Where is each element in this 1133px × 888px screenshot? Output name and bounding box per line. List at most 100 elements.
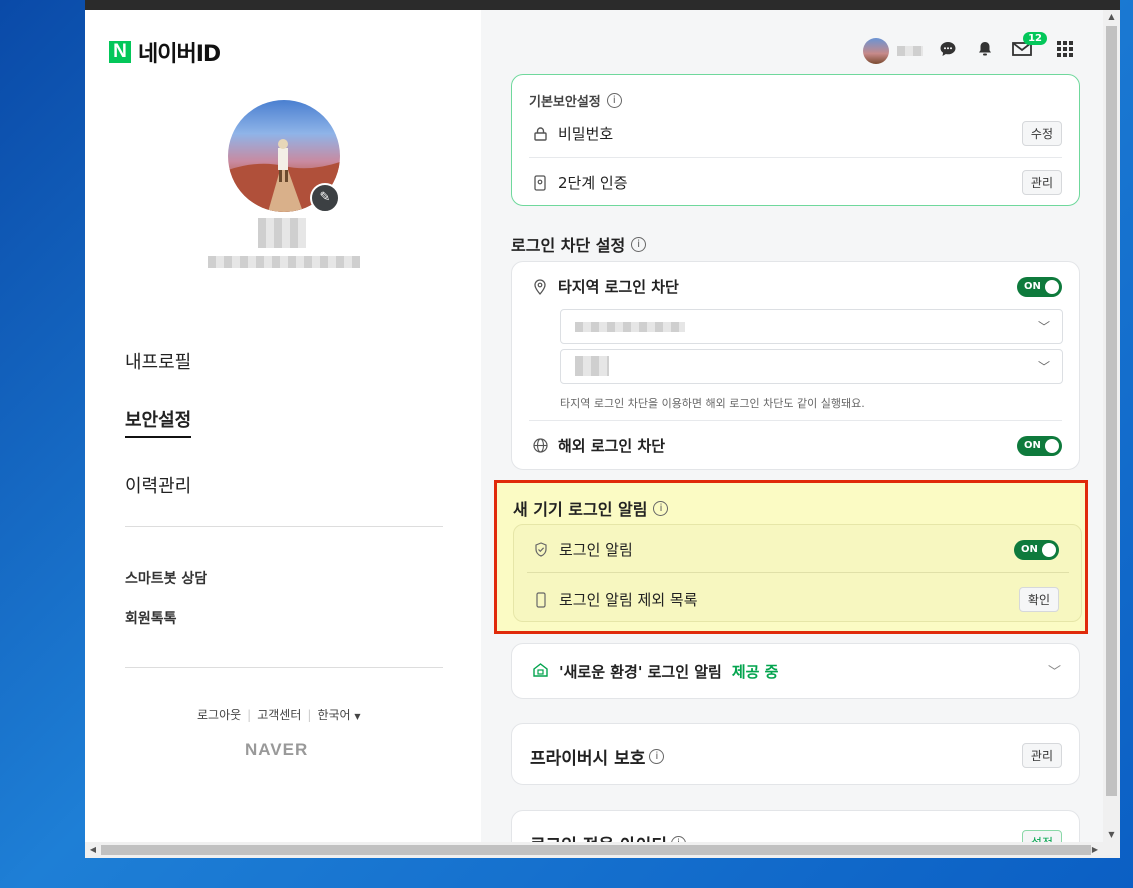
new-env-row: '새로운 환경' 로그인 알림 제공 중 xyxy=(532,661,778,682)
new-device-alert-highlight: 새 기기 로그인 알림 i 로그인 알림 ON 로그인 알림 제외 목록 확인 xyxy=(494,480,1088,634)
window-top-bar xyxy=(85,0,1120,10)
footer-separator: | xyxy=(307,707,312,722)
profile-email-blurred xyxy=(208,256,360,268)
new-device-title-text: 새 기기 로그인 알림 xyxy=(513,500,648,519)
basic-security-card: 기본보안설정 i 비밀번호 수정 2단계 인증 관리 xyxy=(511,74,1080,206)
region-select-1[interactable]: ﹀ xyxy=(560,309,1063,344)
browser-window: N 네이버ID ✎ 내프로필 보안설정 이력관리 스마트봇 상담 회원톡톡 로그… xyxy=(85,0,1120,858)
basic-security-title: 기본보안설정 i xyxy=(529,91,622,110)
logo-title: 네이버ID xyxy=(138,42,221,67)
mail-count-badge: 12 xyxy=(1023,32,1047,45)
footer-divider xyxy=(125,667,443,668)
left-sidebar: N 네이버ID ✎ 내프로필 보안설정 이력관리 스마트봇 상담 회원톡톡 로그… xyxy=(85,10,481,842)
overseas-block-row: 해외 로그인 차단 ON xyxy=(532,435,1062,456)
region-select-2-value-blurred xyxy=(575,356,609,376)
login-block-title: 로그인 차단 설정 i xyxy=(511,232,647,256)
nav-item-my-profile[interactable]: 내프로필 xyxy=(125,348,191,374)
horizontal-scroll-thumb[interactable] xyxy=(101,845,1091,855)
privacy-manage-button[interactable]: 관리 xyxy=(1021,743,1062,768)
login-only-setup-button[interactable]: 설정 xyxy=(1021,830,1062,842)
login-alert-label: 로그인 알림 xyxy=(559,541,633,559)
privacy-card: 프라이버시 보호 i 관리 xyxy=(511,723,1080,785)
horizontal-scrollbar[interactable]: ◀ ▶ xyxy=(85,842,1120,858)
basic-security-title-text: 기본보안설정 xyxy=(529,95,601,110)
overseas-block-toggle[interactable]: ON xyxy=(1017,435,1062,456)
login-block-title-text: 로그인 차단 설정 xyxy=(511,236,626,255)
member-talk-link[interactable]: 회원톡톡 xyxy=(125,608,177,628)
row-divider xyxy=(529,420,1062,421)
header-username-blurred xyxy=(897,46,923,56)
edit-profile-photo-button[interactable]: ✎ xyxy=(310,183,340,213)
bell-icon[interactable] xyxy=(974,38,996,60)
main-nav: 내프로필 보안설정 이력관리 xyxy=(125,348,192,530)
twofactor-manage-button[interactable]: 관리 xyxy=(1021,170,1062,195)
region-block-help: 타지역 로그인 차단을 이용하면 해외 로그인 차단도 같이 실행돼요. xyxy=(560,397,865,410)
password-label: 비밀번호 xyxy=(558,125,614,143)
region-select-2[interactable]: ﹀ xyxy=(560,349,1063,384)
password-edit-button[interactable]: 수정 xyxy=(1021,121,1062,146)
mobile-icon xyxy=(533,591,549,608)
alert-exclude-label: 로그인 알림 제외 목록 xyxy=(559,591,698,609)
support-link[interactable]: 고객센터 xyxy=(257,706,301,723)
header-user[interactable] xyxy=(863,38,923,64)
vertical-scroll-thumb[interactable] xyxy=(1106,26,1117,796)
vertical-scrollbar[interactable]: ▲ ▼ xyxy=(1103,10,1120,842)
region-block-label: 타지역 로그인 차단 xyxy=(558,278,679,296)
login-block-card: 타지역 로그인 차단 ON ﹀ ﹀ 타지역 로그인 차단을 이용하면 해외 로그… xyxy=(511,261,1080,470)
main-content: 12 기본보안설정 i 비밀번호 수정 2단계 인증 관리 로그인 차단 설정 … xyxy=(481,10,1103,842)
apps-grid-icon[interactable] xyxy=(1054,38,1076,60)
mail-icon[interactable]: 12 xyxy=(1011,32,1047,60)
nav-item-security[interactable]: 보안설정 xyxy=(125,406,192,438)
info-icon[interactable]: i xyxy=(631,236,647,252)
overseas-block-label: 해외 로그인 차단 xyxy=(558,437,666,455)
alert-exclude-confirm-button[interactable]: 확인 xyxy=(1018,587,1059,612)
row-divider xyxy=(527,572,1069,573)
language-select[interactable]: 한국어 ▼ xyxy=(317,706,360,723)
nav-divider xyxy=(125,526,443,527)
row-divider xyxy=(529,157,1062,158)
footer-links: 로그아웃 | 고객센터 | 한국어 ▼ xyxy=(197,706,361,723)
naver-logo-letter: N xyxy=(109,41,131,63)
alert-exclude-row: 로그인 알림 제외 목록 확인 xyxy=(533,587,1059,612)
info-icon[interactable]: i xyxy=(653,500,669,516)
login-only-title: 로그인 전용 아이디 i xyxy=(530,831,686,842)
info-icon[interactable]: i xyxy=(649,749,665,764)
header-avatar xyxy=(863,38,889,64)
language-label: 한국어 xyxy=(317,708,351,722)
password-row: 비밀번호 수정 xyxy=(532,121,1062,146)
info-icon[interactable]: i xyxy=(606,93,622,108)
globe-icon xyxy=(532,438,548,454)
login-only-id-card: 로그인 전용 아이디 i 설정 xyxy=(511,810,1080,842)
new-env-label: '새로운 환경' 로그인 알림 xyxy=(559,663,722,681)
region-block-toggle[interactable]: ON xyxy=(1017,276,1062,297)
shield-check-icon xyxy=(533,542,549,558)
naver-footer-logo: NAVER xyxy=(245,740,309,759)
privacy-label: 프라이버시 보호 xyxy=(530,749,646,769)
chevron-down-icon: ﹀ xyxy=(1037,320,1050,334)
logout-link[interactable]: 로그아웃 xyxy=(197,706,241,723)
login-alert-toggle[interactable]: ON xyxy=(1014,539,1059,560)
twofactor-label: 2단계 인증 xyxy=(558,174,628,192)
chat-icon[interactable] xyxy=(937,38,959,60)
header-actions: 12 xyxy=(937,32,1076,60)
scroll-left-icon[interactable]: ◀ xyxy=(85,842,101,858)
smartbot-link[interactable]: 스마트봇 상담 xyxy=(125,568,207,588)
naver-id-logo[interactable]: N 네이버ID xyxy=(109,36,221,68)
login-only-label: 로그인 전용 아이디 xyxy=(530,831,667,842)
location-pin-icon xyxy=(532,278,548,295)
scroll-down-icon[interactable]: ▼ xyxy=(1103,828,1120,842)
pencil-icon: ✎ xyxy=(319,190,331,205)
login-alert-row: 로그인 알림 ON xyxy=(533,539,1059,560)
region-select-1-value-blurred xyxy=(575,322,685,332)
phone-key-icon xyxy=(532,174,548,191)
scroll-up-icon[interactable]: ▲ xyxy=(1103,10,1120,24)
new-env-alert-card[interactable]: '새로운 환경' 로그인 알림 제공 중 ﹀ xyxy=(511,643,1080,699)
scroll-right-icon[interactable]: ▶ xyxy=(1087,842,1103,858)
home-lock-icon xyxy=(532,661,549,682)
nav-item-history[interactable]: 이력관리 xyxy=(125,472,191,498)
new-env-status: 제공 중 xyxy=(731,663,779,681)
new-device-title: 새 기기 로그인 알림 i xyxy=(513,496,669,520)
chevron-down-icon[interactable]: ﹀ xyxy=(1048,661,1061,680)
caret-down-icon: ▼ xyxy=(354,712,361,721)
footer-separator: | xyxy=(247,707,252,722)
